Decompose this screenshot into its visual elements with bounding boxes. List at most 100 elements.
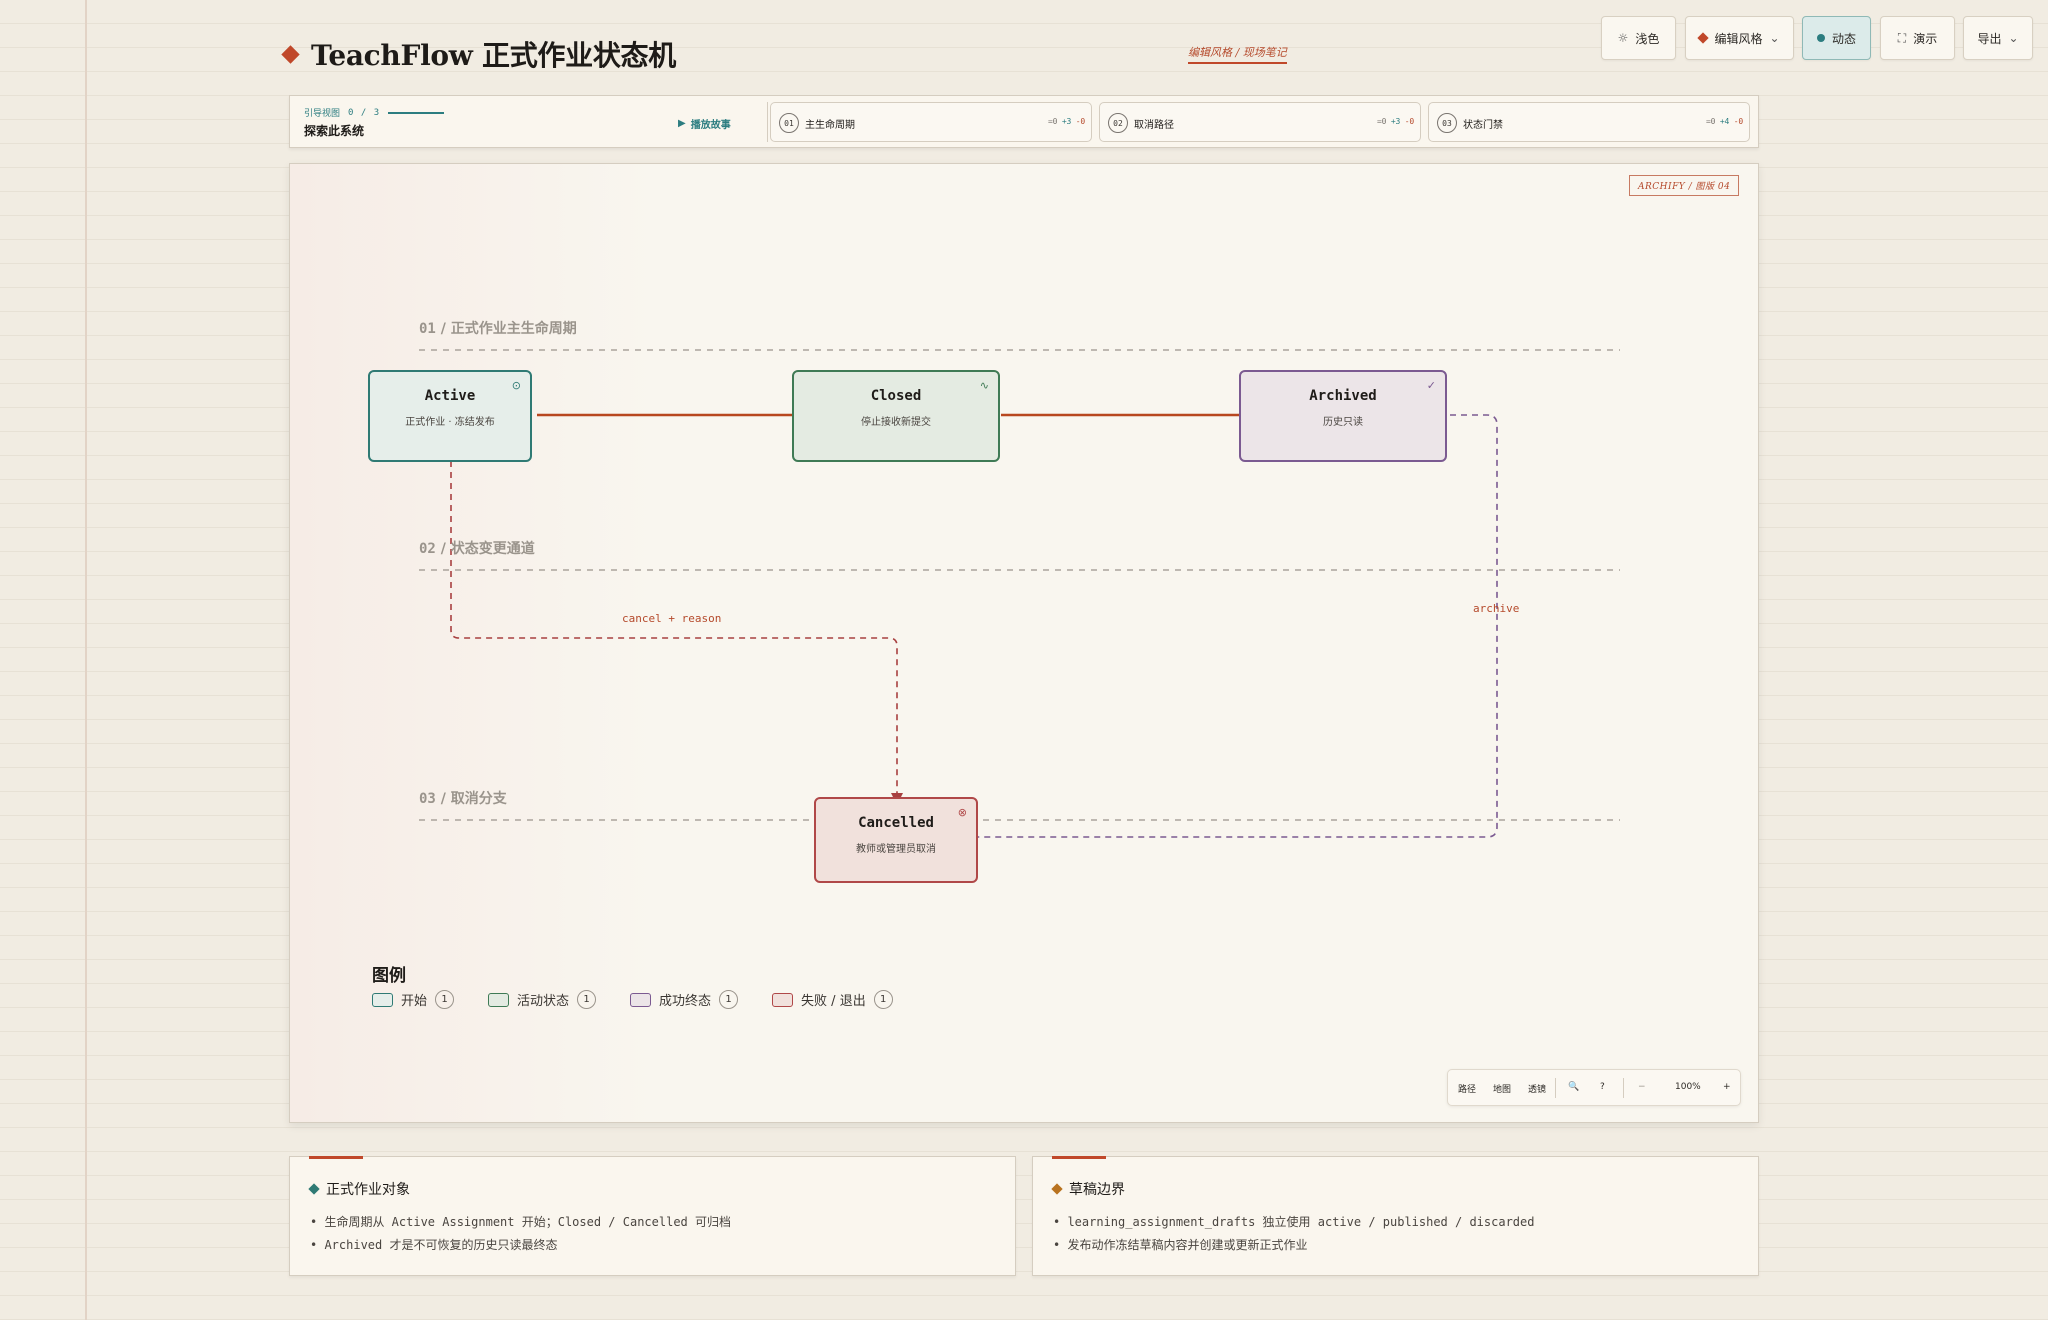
chapter-number: 02 <box>1108 113 1128 133</box>
lane-label-1: 01 / 正式作业主生命周期 <box>419 321 577 337</box>
style-dropdown-button[interactable]: 编辑风格 ⌄ <box>1685 16 1794 60</box>
card-line: 生命周期从 Active Assignment 开始；Closed / Canc… <box>310 1211 731 1234</box>
stat-plus: +3 <box>1061 117 1072 126</box>
node-subtitle: 历史只读 <box>1323 417 1363 428</box>
stat-minus: -0 <box>1404 117 1414 126</box>
play-story-button[interactable]: ▶ 播放故事 <box>678 116 731 131</box>
legend-item-active: 活动状态 1 <box>488 990 597 1009</box>
lane-title: 取消分支 <box>450 791 507 807</box>
start-circle-icon: ⊙ <box>511 379 521 392</box>
legend-item-fail: 失败 / 退出 1 <box>772 990 893 1009</box>
node-title: Closed <box>870 388 922 404</box>
chapter-name: 状态门禁 <box>1463 120 1503 131</box>
legend-swatch <box>488 992 510 1007</box>
zoom-divider <box>1555 1078 1556 1098</box>
legend-swatch <box>772 992 794 1007</box>
legend-item-start: 开始 1 <box>372 990 455 1009</box>
node-subtitle: 教师或管理员取消 <box>856 844 936 855</box>
check-circle-icon: ✓ <box>1426 379 1436 392</box>
card-list: 生命周期从 Active Assignment 开始；Closed / Canc… <box>310 1211 731 1257</box>
lane-label-2: 02 / 状态变更通道 <box>419 541 535 557</box>
card-title-text: 草稿边界 <box>1069 1182 1125 1198</box>
lane-number: 01 <box>419 321 436 337</box>
brand-diamond-icon <box>281 44 300 64</box>
path-mode-button[interactable]: 路径 <box>1458 1082 1476 1095</box>
lens-mode-button[interactable]: 透镜 <box>1528 1082 1546 1095</box>
style-diamond-icon <box>1697 32 1710 44</box>
lane-number: 02 <box>419 541 436 557</box>
stat-plus: +4 <box>1719 117 1730 126</box>
chapter-stats: =0 +3 -0 <box>1377 117 1414 126</box>
lane-title: 正式作业主生命周期 <box>450 321 577 337</box>
card-accent <box>309 1156 363 1159</box>
chevron-down-icon: ⌄ <box>2008 31 2019 45</box>
play-label: 播放故事 <box>690 120 731 131</box>
edge-cancel <box>450 461 898 794</box>
legend-item-success: 成功终态 1 <box>630 990 739 1009</box>
guide-progress-bar <box>388 111 445 114</box>
node-title: Archived <box>1309 388 1377 404</box>
stat-zero: =0 <box>1706 117 1716 126</box>
node-title: Active <box>424 388 476 404</box>
search-icon[interactable]: 🔍 <box>1568 1082 1579 1092</box>
map-mode-button[interactable]: 地图 <box>1493 1082 1511 1095</box>
guide-title: 探索此系统 <box>304 124 365 138</box>
amber-diamond-icon <box>1051 1183 1063 1195</box>
zoom-toolbar: 路径 地图 透镜 🔍 ? − 100% + <box>1447 1069 1741 1106</box>
stat-minus: -0 <box>1075 117 1085 126</box>
legend-count: 1 <box>577 990 597 1009</box>
legend-swatch <box>372 992 393 1007</box>
diagram-canvas[interactable]: ARCHIFY / 图版 04 01 / 正式作业主生命周期 02 / 状态变更… <box>289 163 1759 1123</box>
lane-label-3: 03 / 取消分支 <box>419 791 507 807</box>
chapter-number: 01 <box>779 113 799 133</box>
diagram-svg <box>419 349 1620 838</box>
card-title-text: 正式作业对象 <box>326 1182 410 1198</box>
play-icon: ▶ <box>678 118 686 129</box>
guide-label: 引导视图 <box>304 109 341 119</box>
chapter-item-3[interactable]: 03 状态门禁 =0 +4 -0 <box>1428 102 1750 142</box>
sun-icon: ☼ <box>1617 31 1629 45</box>
chapter-item-1[interactable]: 01 主生命周期 =0 +3 -0 <box>770 102 1092 142</box>
card-accent <box>1052 1156 1106 1159</box>
teal-diamond-icon <box>308 1183 320 1195</box>
theme-label: 浅色 <box>1635 31 1660 46</box>
lane-number: 03 <box>419 791 436 807</box>
present-label: 演示 <box>1913 31 1938 46</box>
chapter-item-2[interactable]: 02 取消路径 =0 +3 -0 <box>1099 102 1421 142</box>
legend-count: 1 <box>719 990 739 1009</box>
pulse-icon: ∿ <box>979 379 989 392</box>
theme-toggle-button[interactable]: ☼ 浅色 <box>1601 16 1676 60</box>
node-subtitle: 正式作业 · 冻结发布 <box>405 417 495 428</box>
fullscreen-icon: ⛶ <box>1897 30 1907 45</box>
chapter-number: 03 <box>1437 113 1457 133</box>
zoom-out-button[interactable]: − <box>1638 1082 1646 1092</box>
card-line: 发布动作冻结草稿内容并创建或更新正式作业 <box>1053 1234 1534 1257</box>
present-button[interactable]: ⛶ 演示 <box>1880 16 1955 60</box>
motion-label: 动态 <box>1831 31 1856 46</box>
stat-zero: =0 <box>1048 117 1058 126</box>
stat-plus: +3 <box>1390 117 1401 126</box>
node-closed[interactable]: Closed 停止接收新提交 ∿ <box>792 370 1000 462</box>
x-circle-icon: ⊗ <box>957 806 967 819</box>
export-dropdown-button[interactable]: 导出 ⌄ <box>1963 16 2033 60</box>
zoom-level: 100% <box>1675 1082 1701 1092</box>
zoom-in-button[interactable]: + <box>1723 1082 1731 1092</box>
chapter-stats: =0 +4 -0 <box>1706 117 1743 126</box>
chapter-name: 取消路径 <box>1134 120 1174 131</box>
edge-label-cancel: cancel + reason <box>622 612 722 625</box>
legend-label: 开始 <box>401 994 428 1009</box>
node-title: Cancelled <box>858 815 934 831</box>
guide-count: 0 / 3 <box>348 107 381 118</box>
guide-panel: 引导视图 0 / 3 探索此系统 ▶ 播放故事 <box>298 102 768 142</box>
style-tag: 编辑风格 / 现场笔记 <box>1188 44 1287 64</box>
node-cancelled[interactable]: Cancelled 教师或管理员取消 ⊗ <box>814 797 978 883</box>
stat-zero: =0 <box>1377 117 1387 126</box>
legend-count: 1 <box>873 990 893 1009</box>
guide-header: 引导视图 0 / 3 <box>304 106 445 119</box>
lane-title: 状态变更通道 <box>450 541 535 557</box>
node-archived[interactable]: Archived 历史只读 ✓ <box>1239 370 1447 462</box>
motion-toggle-button[interactable]: 动态 <box>1802 16 1871 60</box>
help-icon[interactable]: ? <box>1600 1082 1605 1092</box>
node-subtitle: 停止接收新提交 <box>861 417 931 428</box>
node-active[interactable]: Active 正式作业 · 冻结发布 ⊙ <box>368 370 532 462</box>
